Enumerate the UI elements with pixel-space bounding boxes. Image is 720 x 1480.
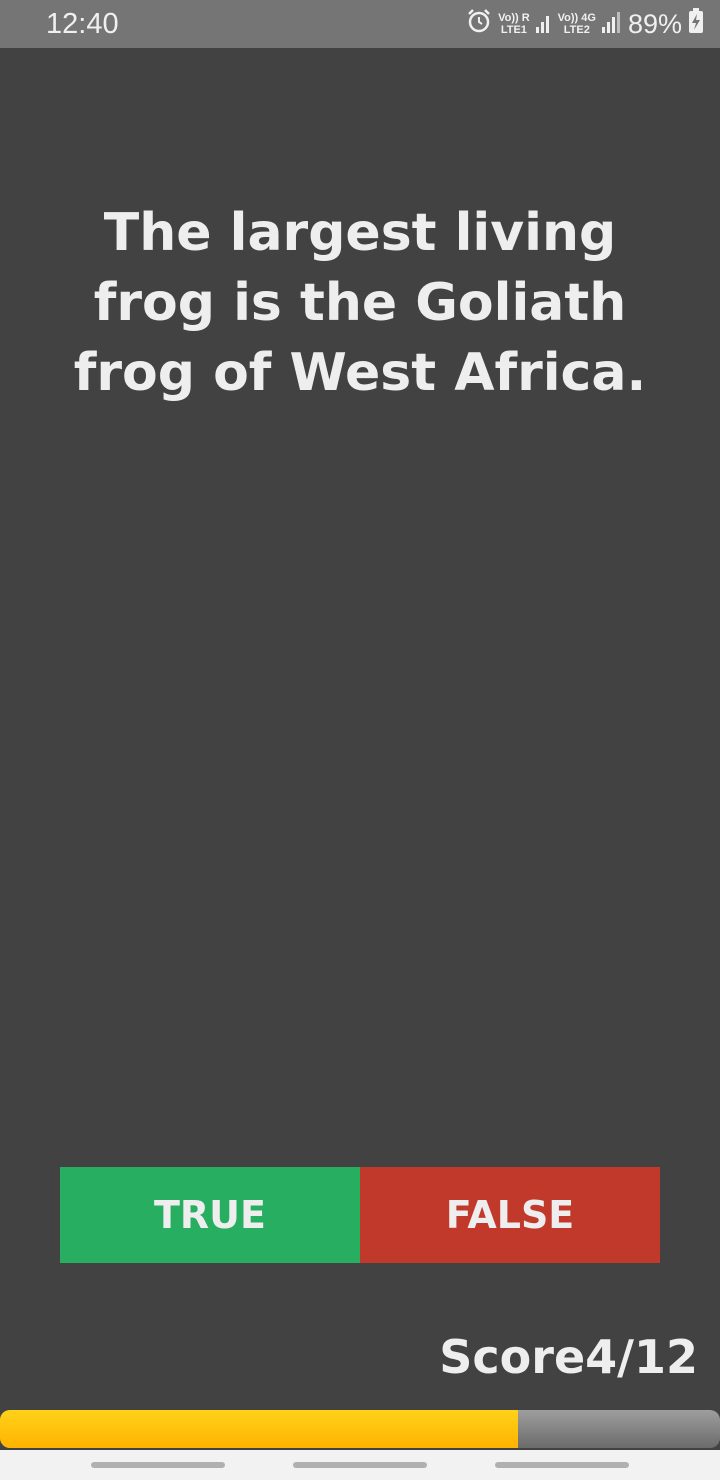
false-button[interactable]: FALSE (360, 1167, 660, 1263)
status-icons: Vo)) R LTE1 Vo)) 4G LTE2 89% (466, 6, 704, 42)
home-button[interactable] (293, 1462, 427, 1468)
back-button[interactable] (495, 1462, 629, 1468)
sim2-label: Vo)) 4G LTE2 (558, 12, 596, 36)
alarm-icon (466, 8, 492, 41)
true-button[interactable]: TRUE (60, 1167, 360, 1263)
answer-buttons: TRUE FALSE (60, 1167, 660, 1263)
status-time: 12:40 (46, 8, 119, 40)
recent-apps-button[interactable] (91, 1462, 225, 1468)
score-label: Score4/12 (439, 1330, 698, 1384)
sim1-label-bottom: LTE1 (500, 24, 527, 36)
sim1-label: Vo)) R LTE1 (498, 12, 530, 36)
quiz-screen: The largest living frog is the Goliath f… (0, 48, 720, 1408)
progress-bar (0, 1410, 720, 1448)
status-bar: 12:40 Vo)) R LTE1 Vo)) 4G LTE2 89% (0, 0, 720, 48)
battery-charging-icon (688, 7, 704, 41)
question-text: The largest living frog is the Goliath f… (73, 203, 647, 403)
battery-percent: 89% (627, 8, 682, 39)
progress-fill (0, 1410, 519, 1448)
signal-icon (601, 9, 622, 40)
sim2-label-top: Vo)) 4G (557, 12, 596, 24)
navigation-bar (0, 1450, 720, 1480)
signal-icon (535, 9, 552, 40)
sim1-label-top: Vo)) R (498, 12, 530, 24)
sim2-label-bottom: LTE2 (563, 24, 590, 36)
